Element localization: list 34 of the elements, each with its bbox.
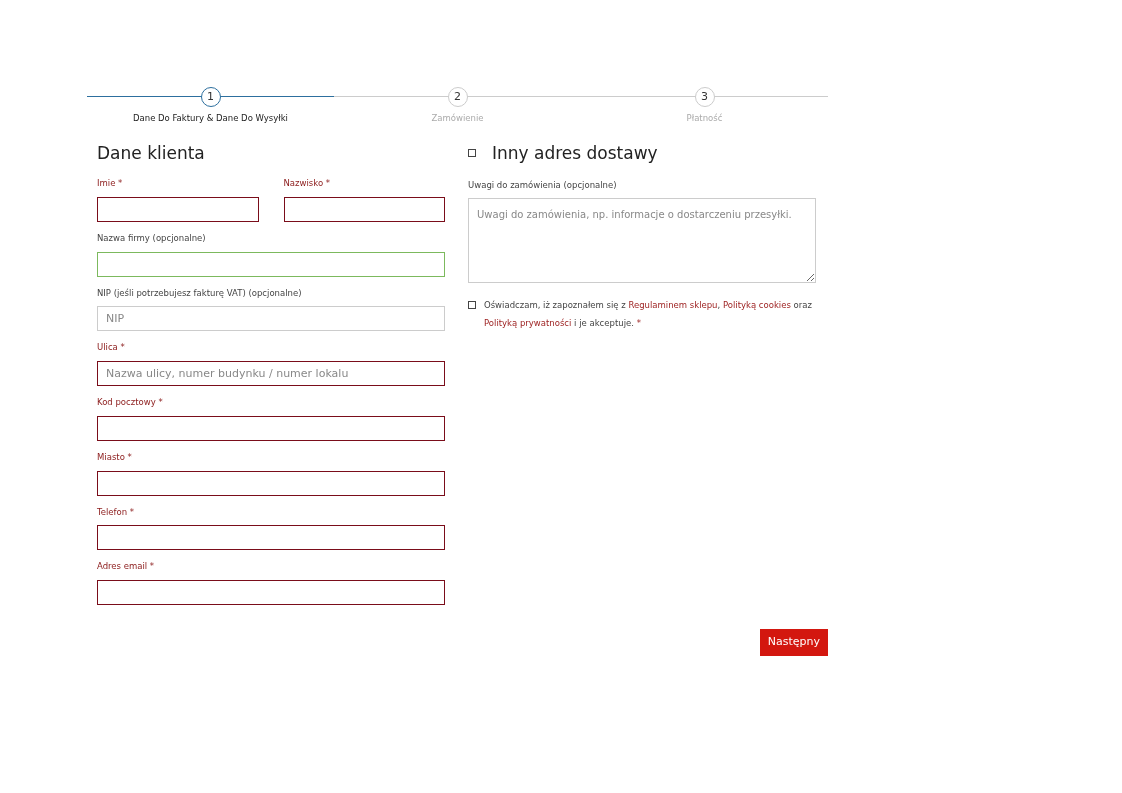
input-field[interactable]	[283, 196, 445, 222]
input-field[interactable]	[97, 470, 445, 496]
policy-link[interactable]: Polityką cookies	[722, 299, 791, 310]
checkbox[interactable]	[468, 300, 476, 309]
section-title: Dane klienta	[97, 142, 206, 164]
field-label: Nazwisko *	[283, 177, 332, 190]
input-field[interactable]	[97, 415, 445, 441]
input-field[interactable]	[97, 525, 445, 551]
policy-link[interactable]: Polityką prywatności	[484, 317, 572, 328]
step-number[interactable]: 2	[447, 87, 468, 107]
step-number[interactable]: 1	[200, 87, 221, 107]
step-number[interactable]: 3	[694, 87, 715, 107]
input-field[interactable]	[97, 251, 445, 277]
field-label: Adres email *	[97, 560, 156, 574]
step-label: Płatność	[686, 112, 723, 125]
consent-text: Oświadczam, iż zapoznałem się z Regulaminem sklepu, Polityką cookies oraz Polityką prywatności i je akceptuje. *	[484, 298, 813, 330]
field-label: Telefon *	[97, 505, 136, 519]
checkbox[interactable]	[468, 148, 476, 157]
notes-field[interactable]: Uwagi do zamówienia, np. informacje o dostarczeniu przesyłki.	[468, 197, 816, 283]
field-label: Imie *	[97, 177, 124, 190]
step-label: Dane Do Faktury & Dane Do Wysyłki	[133, 112, 288, 125]
field-label: Nazwa firmy (opcjonalne)	[97, 231, 207, 245]
field-label: Miasto *	[97, 450, 133, 464]
input-field[interactable]	[97, 196, 259, 222]
step-label: Zamówienie	[431, 112, 484, 125]
next-button[interactable]: Następny	[759, 629, 828, 656]
field-label: Kod pocztowy *	[97, 396, 164, 409]
field-label: Ulica *	[97, 341, 126, 355]
section-title: Inny adres dostawy	[492, 142, 658, 164]
field-label: NIP (jeśli potrzebujesz fakturę VAT) (opcjonalne)	[97, 286, 303, 300]
policy-link[interactable]: Regulaminem sklepu	[628, 299, 718, 310]
field-label: Uwagi do zamówienia (opcjonalne)	[468, 179, 618, 192]
input-field[interactable]	[97, 580, 445, 606]
input-field[interactable]: Nazwa ulicy, numer budynku / numer lokalu	[97, 361, 445, 387]
